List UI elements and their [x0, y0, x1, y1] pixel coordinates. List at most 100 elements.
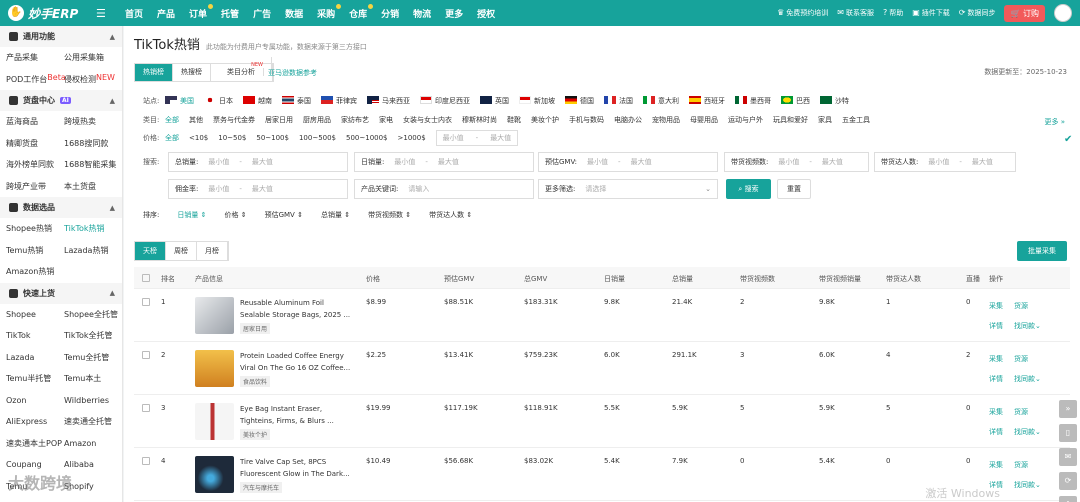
service-link[interactable]: ✉ 联系客服 — [837, 8, 874, 18]
tab-week[interactable]: 周榜 — [166, 242, 197, 260]
price-option[interactable]: 10~50$ — [218, 134, 246, 142]
check-icon[interactable]: ✔ — [1064, 134, 1076, 146]
total-sales-range[interactable]: 总销量: 最小值 - 最大值 — [168, 152, 348, 172]
site-ph[interactable]: 菲律宾 — [321, 96, 357, 106]
nav-home[interactable]: 首页 — [118, 7, 150, 20]
sidebar-item[interactable]: TikTok全托管 — [64, 325, 126, 347]
tab-hot-search[interactable]: 热搜榜 — [173, 64, 211, 81]
sidebar-group-quick-list[interactable]: 快速上货 ▲ — [0, 282, 122, 304]
product-name[interactable]: Protein Loaded Coffee Energy Viral On Th… — [240, 350, 352, 374]
product-name[interactable]: Reusable Aluminum Foil Sealable Storage … — [240, 297, 352, 321]
sidebar-item[interactable]: Temu全托管 — [64, 347, 126, 369]
nav-authorize[interactable]: 授权 — [470, 7, 502, 20]
site-th[interactable]: 泰国 — [282, 96, 311, 106]
category-option[interactable]: 母婴用品 — [690, 115, 718, 125]
sidebar-item[interactable]: Shopee全托管 — [64, 304, 126, 326]
category-option[interactable]: 美妆个护 — [531, 115, 559, 125]
product-name[interactable]: Eye Bag Instant Eraser, Tighteins, Firms… — [240, 403, 352, 427]
sort-option[interactable]: 价格 ⇕ — [224, 210, 246, 220]
category-option[interactable]: 其他 — [189, 115, 203, 125]
keyword-input[interactable]: 产品关键词: 请输入 — [354, 179, 534, 199]
avatar[interactable] — [1054, 4, 1072, 22]
sidebar-item[interactable]: 1688智能采集 — [64, 154, 126, 176]
source-link[interactable]: 货源 — [1014, 407, 1028, 417]
sidebar-item[interactable]: 产品采集 — [6, 47, 64, 69]
nav-purchase[interactable]: 采购 — [310, 3, 342, 20]
category-option[interactable]: 电脑办公 — [614, 115, 642, 125]
sidebar-item[interactable]: 跨境产业带 — [6, 176, 64, 198]
site-es[interactable]: 西班牙 — [689, 96, 725, 106]
site-vn[interactable]: 越南 — [243, 96, 272, 106]
sidebar-item[interactable]: 精卿货盘 — [6, 133, 64, 155]
collect-link[interactable]: 采集 — [989, 460, 1003, 470]
nav-products[interactable]: 产品 — [150, 7, 182, 20]
site-sg[interactable]: 新加坡 — [519, 96, 555, 106]
site-us[interactable]: 美国 — [165, 96, 194, 106]
price-option[interactable]: 50~100$ — [256, 134, 289, 142]
sidebar-item[interactable]: 速卖通本土POP — [6, 433, 64, 455]
creator-count-range[interactable]: 带货达人数: 最小值 - 最大值 — [874, 152, 1016, 172]
site-id[interactable]: 印度尼西亚 — [420, 96, 470, 106]
plugin-link[interactable]: ▣ 插件下载 — [912, 8, 950, 18]
sidebar-item[interactable]: TikTok — [6, 325, 64, 347]
category-option[interactable]: 穆斯林时尚 — [462, 115, 497, 125]
sync-link[interactable]: ⟳ 数据同步 — [959, 8, 996, 18]
collect-link[interactable]: 采集 — [989, 301, 1003, 311]
tab-category[interactable]: 类目分析 NEW — [211, 57, 273, 81]
category-option[interactable]: 女装与女士内衣 — [403, 115, 452, 125]
category-option[interactable]: 全部 — [165, 115, 179, 125]
site-de[interactable]: 德国 — [565, 96, 594, 106]
nav-managed[interactable]: 托管 — [214, 7, 246, 20]
more-filter-select[interactable]: 更多筛选: 请选择 ⌄ — [538, 179, 718, 199]
price-option[interactable]: >1000$ — [398, 134, 426, 142]
sidebar-item[interactable]: 海外榜单同款 — [6, 154, 64, 176]
sidebar-item[interactable]: Temu半托管 — [6, 368, 64, 390]
detail-link[interactable]: 详情 — [989, 427, 1003, 437]
site-fr[interactable]: 法国 — [604, 96, 633, 106]
category-option[interactable]: 手机与数码 — [569, 115, 604, 125]
nav-more[interactable]: 更多 — [438, 7, 470, 20]
nav-orders[interactable]: 订单 — [182, 3, 214, 20]
sidebar-item[interactable]: 本土货盘 — [64, 176, 126, 198]
gmv-range[interactable]: 预估GMV: 最小值 - 最大值 — [538, 152, 718, 172]
same-style-link[interactable]: 找同款⌄ — [1014, 374, 1041, 384]
sidebar-item[interactable]: Amazon — [64, 433, 126, 455]
nav-distribution[interactable]: 分销 — [374, 7, 406, 20]
category-option[interactable]: 宠物用品 — [652, 115, 680, 125]
site-sa[interactable]: 沙特 — [820, 96, 849, 106]
sidebar-item[interactable]: 蓝海商品 — [6, 111, 64, 133]
category-option[interactable]: 票务与代金券 — [213, 115, 255, 125]
row-checkbox[interactable] — [142, 457, 150, 465]
sort-option[interactable]: 带货达人数 ⇕ — [429, 210, 472, 220]
sort-option[interactable]: 带货视频数 ⇕ — [368, 210, 411, 220]
training-link[interactable]: ♛ 免费预约培训 — [777, 8, 828, 18]
source-link[interactable]: 货源 — [1014, 460, 1028, 470]
collect-link[interactable]: 采集 — [989, 354, 1003, 364]
sidebar-group-general[interactable]: 通用功能 ▲ — [0, 26, 122, 47]
product-thumbnail[interactable] — [195, 403, 234, 440]
site-my[interactable]: 马来西亚 — [367, 96, 410, 106]
app-logo[interactable]: ✋ 妙手ERP — [0, 5, 96, 22]
detail-link[interactable]: 详情 — [989, 321, 1003, 331]
tab-month[interactable]: 月榜 — [197, 242, 228, 260]
select-all-checkbox[interactable] — [142, 274, 150, 282]
refresh-icon[interactable]: ⟳ — [1059, 472, 1077, 490]
sidebar-item[interactable]: 跨境热卖 — [64, 111, 126, 133]
sidebar-item[interactable]: 公用采集箱 — [64, 47, 126, 69]
category-option[interactable]: 运动与户外 — [728, 115, 763, 125]
source-link[interactable]: 货源 — [1014, 301, 1028, 311]
sidebar-item[interactable]: POD工作台Beta — [6, 69, 66, 91]
detail-link[interactable]: 详情 — [989, 374, 1003, 384]
category-option[interactable]: 五金工具 — [842, 115, 870, 125]
more-categories-link[interactable]: 更多 » — [1044, 117, 1065, 127]
site-jp[interactable]: 日本 — [204, 96, 233, 106]
same-style-link[interactable]: 找同款⌄ — [1014, 427, 1041, 437]
mobile-icon[interactable]: ▯ — [1059, 424, 1077, 442]
sidebar-item[interactable]: Temu本土 — [64, 368, 126, 390]
product-name[interactable]: Tire Valve Cap Set, 8PCS Fluorescent Glo… — [240, 456, 352, 480]
sidebar-item[interactable]: 侵权检测NEW — [64, 69, 126, 91]
price-option[interactable]: <10$ — [189, 134, 208, 142]
row-checkbox[interactable] — [142, 351, 150, 359]
same-style-link[interactable]: 找同款⌄ — [1014, 321, 1041, 331]
video-count-range[interactable]: 带货视频数: 最小值 - 最大值 — [724, 152, 869, 172]
